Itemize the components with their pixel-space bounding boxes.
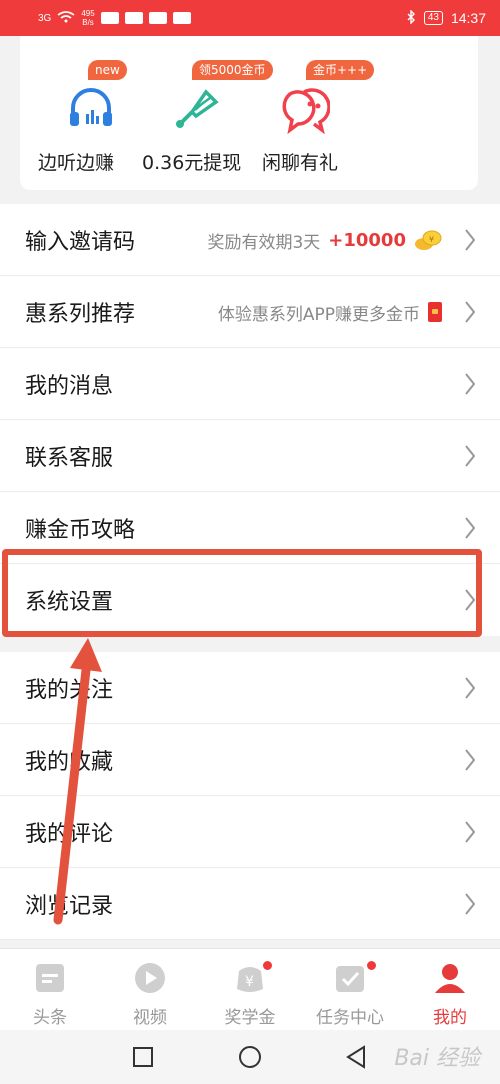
app-notification-icon [124, 12, 143, 24]
menu-item-desc: 奖励有效期3天 +10000 ¥ [207, 204, 442, 276]
feature-withdraw[interactable]: 领5000金币 0.36元提现 [142, 56, 282, 186]
chevron-right-icon [465, 893, 476, 915]
chevron-right-icon [465, 677, 476, 699]
feature-chat-gift[interactable]: 金币+++ 闲聊有礼 [262, 56, 402, 186]
system-nav-bar: Bai 经验 [0, 1030, 500, 1084]
menu-item-customer-service[interactable]: 联系客服 [0, 420, 500, 492]
app-notification-icon [100, 12, 119, 24]
tab-label: 视频 [133, 1008, 167, 1028]
signal-indicator: 3G [38, 12, 52, 24]
tab-label: 头条 [33, 1008, 67, 1028]
tab-scholarship[interactable]: ¥ 奖学金 [200, 949, 300, 1030]
menu-item-title: 惠系列推荐 [25, 301, 136, 327]
chevron-right-icon [465, 517, 476, 539]
feature-label: 闲聊有礼 [262, 152, 339, 174]
menu-item-title: 我的消息 [25, 373, 114, 399]
notification-dot [366, 960, 377, 971]
menu-item-comments[interactable]: 我的评论 [0, 796, 500, 868]
bottom-tab-bar: 头条 视频 ¥ 奖学金 任务中心 我的 [0, 948, 500, 1030]
tab-mine[interactable]: 我的 [400, 949, 500, 1030]
battery-indicator: 43 [423, 11, 443, 25]
clock: 14:37 [450, 10, 486, 26]
svg-text:¥: ¥ [245, 974, 254, 990]
menu-item-history[interactable]: 浏览记录 [0, 868, 500, 940]
svg-text:¥: ¥ [429, 235, 434, 244]
menu-item-title: 输入邀请码 [25, 229, 136, 255]
new-badge: new [88, 60, 127, 80]
menu-item-following[interactable]: 我的关注 [0, 652, 500, 724]
feature-label: 0.36元提现 [142, 152, 242, 174]
red-packet-icon [428, 302, 442, 322]
bonus-amount: +10000 [328, 229, 406, 251]
menu-item-title: 我的收藏 [25, 749, 114, 775]
badminton-icon [176, 89, 219, 128]
chevron-right-icon [465, 445, 476, 467]
coins-icon: ¥ [415, 230, 442, 250]
menu-item-invite-code[interactable]: 输入邀请码 奖励有效期3天 +10000 ¥ [0, 204, 500, 276]
back-button[interactable] [344, 1045, 368, 1069]
status-bar: 3G 495 B/s 43 14:37 [0, 0, 500, 36]
notification-dot [262, 960, 273, 971]
person-icon [435, 964, 465, 993]
bluetooth-icon [406, 8, 416, 27]
tab-label: 任务中心 [316, 1008, 384, 1028]
net-speed: 495 B/s [81, 9, 95, 27]
wifi-icon [57, 10, 75, 26]
menu-item-desc: 体验惠系列APP赚更多金币 [218, 276, 442, 348]
menu-item-messages[interactable]: 我的消息 [0, 348, 500, 420]
highlight-box [2, 549, 482, 637]
watermark: Bai 经验 [394, 1046, 480, 1071]
play-icon [135, 963, 165, 993]
tab-video[interactable]: 视频 [100, 949, 200, 1030]
menu-item-title: 浏览记录 [25, 893, 114, 919]
tab-task-center[interactable]: 任务中心 [300, 949, 400, 1030]
menu-item-title: 赚金币攻略 [25, 517, 136, 543]
tab-label: 奖学金 [224, 1008, 276, 1028]
reward-badge: 领5000金币 [192, 60, 273, 80]
menu-item-title: 我的关注 [25, 677, 114, 703]
chevron-right-icon [465, 373, 476, 395]
headphones-icon [70, 88, 112, 126]
recent-apps-button[interactable] [131, 1045, 155, 1069]
coins-badge: 金币+++ [306, 60, 375, 80]
home-button[interactable] [238, 1045, 262, 1069]
feature-card: new 边听边赚 领5000金币 0.36元提现 金币+++ 闲聊有礼 [20, 36, 478, 190]
chevron-right-icon [465, 749, 476, 771]
tab-label: 我的 [433, 1008, 467, 1028]
app-notification-icon [148, 12, 167, 24]
menu-item-title: 我的评论 [25, 821, 114, 847]
app-notification-icon [172, 12, 191, 24]
menu-item-favorites[interactable]: 我的收藏 [0, 724, 500, 796]
tab-headlines[interactable]: 头条 [0, 949, 100, 1030]
chevron-right-icon [465, 229, 476, 251]
menu-item-title: 联系客服 [25, 445, 114, 471]
chevron-right-icon [465, 821, 476, 843]
chat-bubbles-icon [282, 88, 330, 134]
task-check-icon [336, 966, 364, 992]
menu-item-recommend[interactable]: 惠系列推荐 体验惠系列APP赚更多金币 [0, 276, 500, 348]
menu-list-secondary: 我的关注 我的收藏 我的评论 浏览记录 [0, 652, 500, 940]
news-icon [36, 964, 64, 992]
chevron-right-icon [465, 301, 476, 323]
